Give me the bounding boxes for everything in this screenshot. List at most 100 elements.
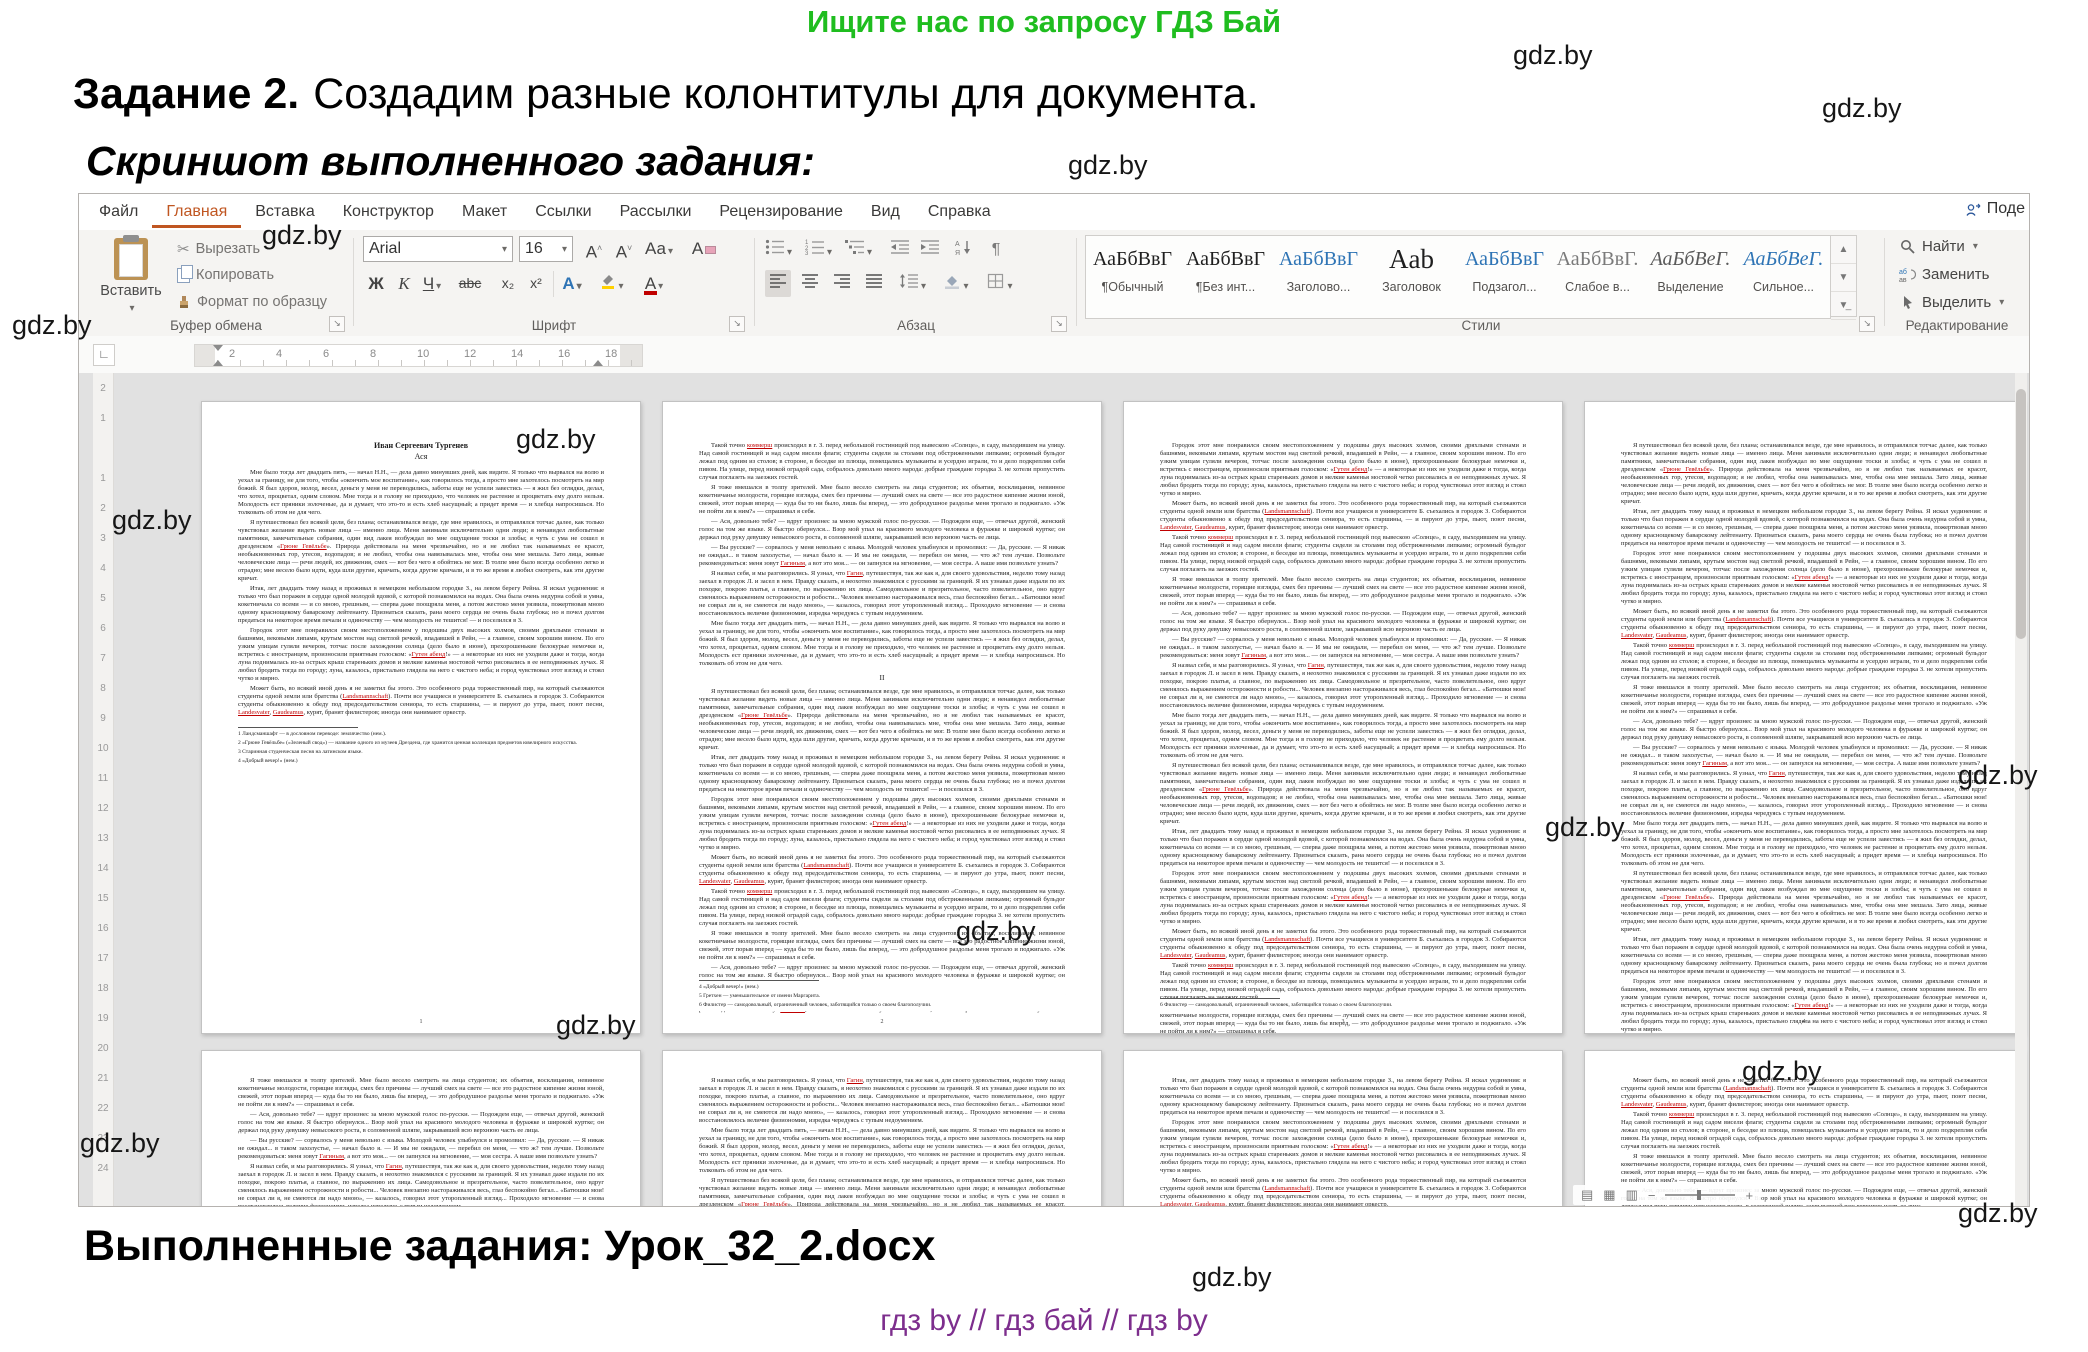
style-tile[interactable]: АаБбВвГ.Слабое в...	[1551, 236, 1644, 318]
line-spacing-button[interactable]: ▾	[899, 270, 926, 297]
zoom-slider-handle[interactable]	[1697, 1190, 1701, 1200]
document-page[interactable]: Иван Сергеевич ТургеневАсяМне было тогда…	[201, 401, 641, 1034]
tab-Главная[interactable]: Главная	[152, 194, 241, 228]
bold-button[interactable]: Ж	[363, 270, 389, 297]
paste-button[interactable]: Вставить ▾	[95, 235, 167, 315]
superscript-button[interactable]: х²	[523, 270, 549, 297]
page-paragraph: Я путешествовал без всякой цели, без пла…	[1621, 870, 1987, 934]
style-tile[interactable]: АаБбВвГ¶Обычный	[1086, 236, 1179, 318]
cut-button[interactable]: ✂ Вырезать	[177, 240, 260, 258]
font-color-button[interactable]: А▾	[641, 270, 667, 297]
page-paragraph: Я назвал себя, и мы разговорились. Я узн…	[1621, 770, 1987, 818]
shading-button[interactable]: ▾	[943, 270, 969, 297]
tab-Рецензирование[interactable]: Рецензирование	[705, 194, 857, 228]
document-page[interactable]: Городок этот мне понравился своим местоп…	[1123, 401, 1563, 1034]
svg-text:Я: Я	[955, 250, 960, 255]
tab-Макет[interactable]: Макет	[448, 194, 521, 228]
tab-selector[interactable]: ∟	[93, 344, 115, 366]
clipboard-dialog-launcher[interactable]: ↘	[329, 316, 345, 332]
bullets-button[interactable]: ▾	[765, 236, 792, 263]
horizontal-ruler[interactable]: 24681012141618	[194, 344, 643, 367]
italic-button[interactable]: К	[391, 270, 417, 297]
page-paragraph: Может быть, во всякий иной день я не зам…	[1160, 928, 1526, 960]
zoom-in-icon[interactable]: +	[1745, 1188, 1753, 1203]
styles-dialog-launcher[interactable]: ↘	[1859, 316, 1875, 332]
word-window: ФайлГлавнаяВставкаКонструкторМакетСсылки…	[78, 193, 2030, 1207]
share-icon	[1965, 201, 1982, 218]
subscript-button[interactable]: х₂	[495, 270, 521, 297]
strikethrough-button[interactable]: abc	[457, 270, 483, 297]
font-size-select[interactable]: 16▾	[519, 236, 573, 262]
page-paragraph: Такой точно коммерш происходил в г. З. п…	[699, 442, 1065, 482]
document-page[interactable]: Итак, лет двадцать тому назад я проживал…	[1123, 1050, 1563, 1206]
first-line-indent-marker[interactable]	[213, 345, 223, 351]
increase-indent-button[interactable]	[917, 236, 943, 263]
style-tile[interactable]: АаБбВвГПодзагол...	[1458, 236, 1551, 318]
style-label: Заголовок	[1365, 280, 1458, 294]
styles-more-icon[interactable]: ▼̲	[1831, 292, 1856, 320]
select-button[interactable]: Выделить ▾	[1899, 294, 2004, 311]
styles-scroll-down-icon[interactable]: ▼	[1831, 264, 1856, 292]
align-center-button[interactable]	[797, 270, 823, 297]
tab-Рассылки[interactable]: Рассылки	[606, 194, 706, 228]
clear-formatting-button[interactable]: А	[691, 235, 717, 262]
grow-font-button[interactable]: А˄	[581, 235, 607, 262]
page-paragraph: Итак, лет двадцать тому назад я проживал…	[1621, 936, 1987, 976]
text-effects-button[interactable]: А▾	[559, 270, 585, 297]
decrease-indent-button[interactable]	[887, 236, 913, 263]
scrollbar-thumb[interactable]	[2016, 389, 2026, 639]
document-page[interactable]: Я тоже вмешался в толпу зрителей. Мне бы…	[201, 1050, 641, 1206]
print-layout-icon[interactable]: ▦	[1603, 1187, 1615, 1203]
align-left-button[interactable]	[765, 270, 791, 297]
tab-Вид[interactable]: Вид	[857, 194, 914, 228]
page-paragraph: Городок этот мне понравился своим местоп…	[699, 796, 1065, 852]
tab-Справка[interactable]: Справка	[914, 194, 1005, 228]
numbering-button[interactable]: 123▾	[805, 236, 832, 263]
document-page[interactable]: Такой точно коммерш происходил в г. З. п…	[662, 401, 1102, 1034]
page-paragraph: — Вы русские? — сорвалось у меня невольн…	[1160, 636, 1526, 660]
replace-button[interactable]: абав Заменить	[1899, 266, 1989, 283]
underline-button[interactable]: Ч▾	[419, 270, 445, 297]
borders-button[interactable]: ▾	[987, 270, 1013, 297]
hanging-indent-marker[interactable]	[213, 360, 223, 366]
change-case-button[interactable]: Аа▾	[645, 235, 673, 262]
justify-button[interactable]	[861, 270, 887, 297]
read-mode-icon[interactable]: ▤	[1581, 1187, 1593, 1203]
font-dialog-launcher[interactable]: ↘	[729, 316, 745, 332]
zoom-slider[interactable]	[1665, 1194, 1735, 1196]
tab-Конструктор[interactable]: Конструктор	[329, 194, 448, 228]
style-tile[interactable]: АаБбВвГЗаголово...	[1272, 236, 1365, 318]
format-painter-button[interactable]: Формат по образцу	[177, 294, 327, 310]
document-page[interactable]: Я назвал себя, и мы разговорились. Я узн…	[662, 1050, 1102, 1206]
paragraph-dialog-launcher[interactable]: ↘	[1051, 316, 1067, 332]
web-layout-icon[interactable]: ▥	[1626, 1187, 1638, 1203]
style-tile[interactable]: АаБбВеГ.Выделение	[1644, 236, 1737, 318]
style-tile[interactable]: АabЗаголовок	[1365, 236, 1458, 318]
align-right-button[interactable]	[829, 270, 855, 297]
tab-Файл[interactable]: Файл	[85, 194, 152, 228]
find-button[interactable]: Найти ▾	[1899, 238, 1978, 255]
group-separator	[353, 238, 354, 326]
highlight-button[interactable]: ▾	[599, 270, 625, 297]
page-paragraph: Городок этот мне понравился своим местоп…	[1160, 870, 1526, 926]
copy-button[interactable]: Копировать	[177, 267, 274, 283]
document-page[interactable]: Я путешествовал без всякой цели, без пла…	[1584, 401, 2024, 1034]
style-tile[interactable]: АаБбВеГ.Сильное...	[1737, 236, 1830, 318]
style-label: ¶Без инт...	[1179, 280, 1272, 294]
svg-text:ав: ав	[1899, 277, 1907, 283]
styles-gallery-scroll[interactable]: ▲ ▼ ▼̲	[1831, 235, 1857, 317]
styles-scroll-up-icon[interactable]: ▲	[1831, 236, 1856, 264]
show-paragraph-marks-button[interactable]: ¶	[983, 236, 1009, 263]
share-button[interactable]: Поде	[1965, 200, 2025, 218]
sort-button[interactable]: АЯ	[951, 236, 977, 263]
style-tile[interactable]: АаБбВвГ¶Без инт...	[1179, 236, 1272, 318]
tab-Ссылки[interactable]: Ссылки	[521, 194, 605, 228]
shrink-font-button[interactable]: А˅	[611, 235, 637, 262]
right-indent-marker[interactable]	[593, 360, 603, 366]
font-name-select[interactable]: Arial▾	[363, 236, 513, 262]
chevron-down-icon: ▾	[1999, 297, 2004, 308]
svg-text:аб: аб	[1899, 268, 1907, 276]
footnote: 3 Старинная студенческая песня на латинс…	[238, 749, 604, 756]
multilevel-list-button[interactable]: ▾	[845, 236, 872, 263]
zoom-out-icon[interactable]: −	[1648, 1188, 1656, 1203]
